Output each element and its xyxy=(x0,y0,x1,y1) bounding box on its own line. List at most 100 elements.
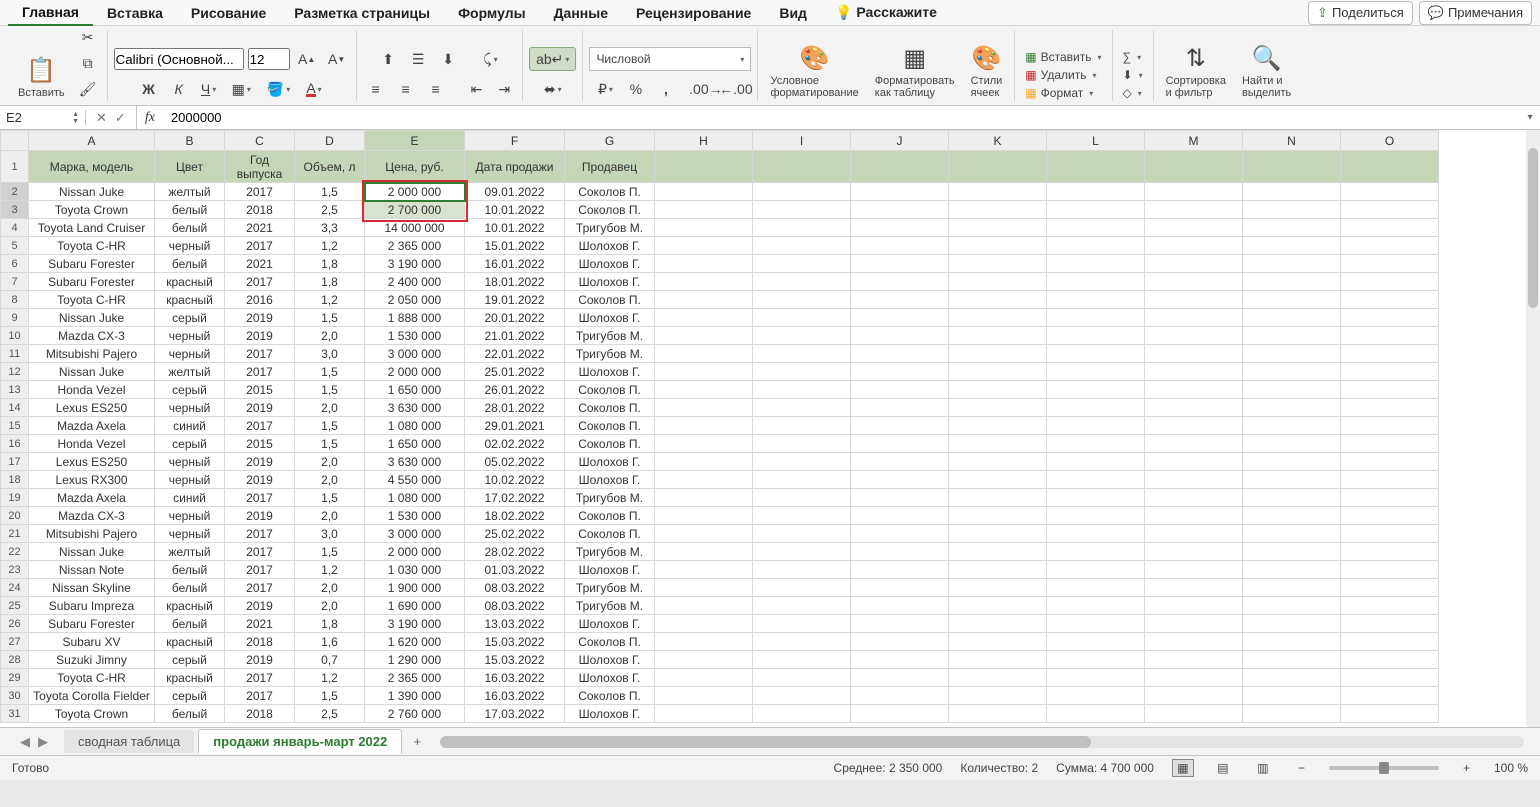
cell-N24[interactable] xyxy=(1243,579,1341,597)
row-header-14[interactable]: 14 xyxy=(1,399,29,417)
cell-K17[interactable] xyxy=(949,453,1047,471)
row-header-20[interactable]: 20 xyxy=(1,507,29,525)
cell-D12[interactable]: 1,5 xyxy=(295,363,365,381)
cell-G18[interactable]: Шолохов Г. xyxy=(565,471,655,489)
row-header-26[interactable]: 26 xyxy=(1,615,29,633)
cell-L8[interactable] xyxy=(1047,291,1145,309)
cell-N16[interactable] xyxy=(1243,435,1341,453)
cell-B20[interactable]: черный xyxy=(155,507,225,525)
cell-C12[interactable]: 2017 xyxy=(225,363,295,381)
cell-I2[interactable] xyxy=(753,183,851,201)
cell-M31[interactable] xyxy=(1145,705,1243,723)
cell-D19[interactable]: 1,5 xyxy=(295,489,365,507)
cell-F7[interactable]: 18.01.2022 xyxy=(465,273,565,291)
cell-M2[interactable] xyxy=(1145,183,1243,201)
cell-A20[interactable]: Mazda CX-3 xyxy=(29,507,155,525)
cell-D6[interactable]: 1,8 xyxy=(295,255,365,273)
row-header-8[interactable]: 8 xyxy=(1,291,29,309)
cell-I7[interactable] xyxy=(753,273,851,291)
cell-B24[interactable]: белый xyxy=(155,579,225,597)
cell-H9[interactable] xyxy=(655,309,753,327)
cell-A21[interactable]: Mitsubishi Pajero xyxy=(29,525,155,543)
cell-N9[interactable] xyxy=(1243,309,1341,327)
col-header-C[interactable]: C xyxy=(225,131,295,151)
add-sheet-button[interactable]: + xyxy=(406,734,428,749)
cell-O30[interactable] xyxy=(1341,687,1439,705)
cell-E17[interactable]: 3 630 000 xyxy=(365,453,465,471)
col-header-K[interactable]: K xyxy=(949,131,1047,151)
cell-F20[interactable]: 18.02.2022 xyxy=(465,507,565,525)
format-cells-button[interactable]: ▦Формат▾ xyxy=(1021,85,1105,101)
row-header-30[interactable]: 30 xyxy=(1,687,29,705)
cell-H29[interactable] xyxy=(655,669,753,687)
cell-G1[interactable]: Продавец xyxy=(565,151,655,183)
cell-F27[interactable]: 15.03.2022 xyxy=(465,633,565,651)
cell-J4[interactable] xyxy=(851,219,949,237)
cell-N17[interactable] xyxy=(1243,453,1341,471)
row-header-13[interactable]: 13 xyxy=(1,381,29,399)
cell-I1[interactable] xyxy=(753,151,851,183)
cell-A27[interactable]: Subaru XV xyxy=(29,633,155,651)
cell-C13[interactable]: 2015 xyxy=(225,381,295,399)
cell-N27[interactable] xyxy=(1243,633,1341,651)
insert-cells-button[interactable]: ▦Вставить▾ xyxy=(1021,49,1105,65)
cell-K1[interactable] xyxy=(949,151,1047,183)
cell-E18[interactable]: 4 550 000 xyxy=(365,471,465,489)
cell-O22[interactable] xyxy=(1341,543,1439,561)
cell-E12[interactable]: 2 000 000 xyxy=(365,363,465,381)
cell-E31[interactable]: 2 760 000 xyxy=(365,705,465,723)
cell-C27[interactable]: 2018 xyxy=(225,633,295,651)
cell-E8[interactable]: 2 050 000 xyxy=(365,291,465,309)
cell-F12[interactable]: 25.01.2022 xyxy=(465,363,565,381)
cell-C17[interactable]: 2019 xyxy=(225,453,295,471)
tell-me[interactable]: 💡Расскажите xyxy=(821,0,951,25)
cell-B30[interactable]: серый xyxy=(155,687,225,705)
cell-L20[interactable] xyxy=(1047,507,1145,525)
cell-N25[interactable] xyxy=(1243,597,1341,615)
cell-L14[interactable] xyxy=(1047,399,1145,417)
row-header-4[interactable]: 4 xyxy=(1,219,29,237)
cell-O3[interactable] xyxy=(1341,201,1439,219)
cell-C24[interactable]: 2017 xyxy=(225,579,295,597)
cell-M8[interactable] xyxy=(1145,291,1243,309)
cell-H5[interactable] xyxy=(655,237,753,255)
cell-E29[interactable]: 2 365 000 xyxy=(365,669,465,687)
row-header-15[interactable]: 15 xyxy=(1,417,29,435)
cell-B22[interactable]: желтый xyxy=(155,543,225,561)
cell-I6[interactable] xyxy=(753,255,851,273)
cell-B9[interactable]: серый xyxy=(155,309,225,327)
cell-I24[interactable] xyxy=(753,579,851,597)
cell-E21[interactable]: 3 000 000 xyxy=(365,525,465,543)
cell-H17[interactable] xyxy=(655,453,753,471)
cell-L2[interactable] xyxy=(1047,183,1145,201)
col-header-M[interactable]: M xyxy=(1145,131,1243,151)
cell-I4[interactable] xyxy=(753,219,851,237)
cell-F6[interactable]: 16.01.2022 xyxy=(465,255,565,273)
cell-C22[interactable]: 2017 xyxy=(225,543,295,561)
cell-C28[interactable]: 2019 xyxy=(225,651,295,669)
cell-H16[interactable] xyxy=(655,435,753,453)
cell-B1[interactable]: Цвет xyxy=(155,151,225,183)
cell-C1[interactable]: Годвыпуска xyxy=(225,151,295,183)
cell-H26[interactable] xyxy=(655,615,753,633)
cell-M25[interactable] xyxy=(1145,597,1243,615)
cell-C21[interactable]: 2017 xyxy=(225,525,295,543)
col-header-D[interactable]: D xyxy=(295,131,365,151)
cell-K10[interactable] xyxy=(949,327,1047,345)
cell-N26[interactable] xyxy=(1243,615,1341,633)
spreadsheet-grid[interactable]: ABCDEFGHIJKLMNO1Марка, модельЦветГодвыпу… xyxy=(0,130,1540,728)
borders-button[interactable]: ▦▾ xyxy=(226,77,257,101)
cell-H18[interactable] xyxy=(655,471,753,489)
align-top-button[interactable]: ⬆ xyxy=(375,47,401,71)
cell-O2[interactable] xyxy=(1341,183,1439,201)
cell-C25[interactable]: 2019 xyxy=(225,597,295,615)
cell-A10[interactable]: Mazda CX-3 xyxy=(29,327,155,345)
cell-M11[interactable] xyxy=(1145,345,1243,363)
cell-A29[interactable]: Toyota C-HR xyxy=(29,669,155,687)
row-header-28[interactable]: 28 xyxy=(1,651,29,669)
comma-button[interactable]: , xyxy=(653,77,679,101)
cell-K18[interactable] xyxy=(949,471,1047,489)
cell-B29[interactable]: красный xyxy=(155,669,225,687)
underline-button[interactable]: Ч▾ xyxy=(196,77,222,101)
cell-I20[interactable] xyxy=(753,507,851,525)
